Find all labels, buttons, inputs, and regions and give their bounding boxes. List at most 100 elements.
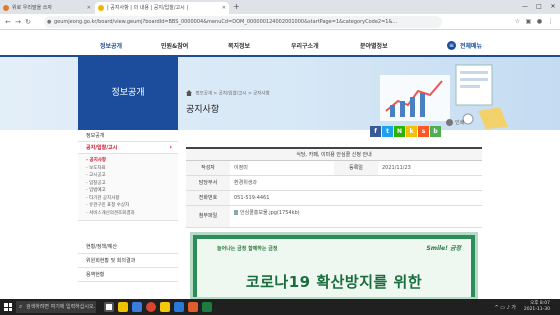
page-title: 공지사항 bbox=[186, 105, 220, 115]
browser-tab-active[interactable]: | 공지사항 | 의 내용 | 공지/입찰/고시 | ✕ bbox=[95, 2, 229, 14]
task-view-icon[interactable] bbox=[104, 302, 114, 312]
clock[interactable]: 오후 8:07 2021-11-30 bbox=[524, 301, 550, 313]
print-label: 인쇄 bbox=[455, 120, 465, 126]
share-buttons: ftNksb bbox=[370, 118, 442, 137]
minimize-button[interactable]: — bbox=[518, 0, 532, 14]
menu-icon[interactable]: ⋮ bbox=[545, 17, 556, 27]
author-value: 이정미 bbox=[234, 165, 248, 171]
sidebar-submenu: - 공지사항 - 보도자료 - 고시공고 - 입찰공고 - 입법예고 - 타기관… bbox=[78, 154, 178, 221]
naver-icon[interactable]: N bbox=[394, 126, 405, 137]
file-link[interactable]: 안심콜홍보물.jpg(1754kb) bbox=[234, 206, 300, 220]
dept-label: 담당부서 bbox=[186, 176, 230, 190]
address-bar[interactable]: ● geumjeong.go.kr/board/view.geumj?board… bbox=[44, 16, 442, 28]
band-icon[interactable]: b bbox=[430, 126, 441, 137]
reload-icon[interactable]: ↻ bbox=[23, 17, 33, 27]
post-title: 식당, 카페, 이미용 안심콜 신청 안내 bbox=[186, 147, 482, 161]
sidebar-item-committee[interactable]: 위원회현황 및 회의결과 bbox=[78, 254, 178, 268]
sidebar-item-notice-group[interactable]: 공지/입찰/고시 › bbox=[78, 142, 178, 154]
kakaostory-icon[interactable]: s bbox=[418, 126, 429, 137]
submenu-item-survey[interactable]: - 서비스개선의견조회결과 bbox=[86, 210, 178, 218]
poster-logo-right: Smile! 금정 bbox=[426, 245, 461, 252]
print-icon bbox=[446, 119, 453, 126]
submenu-item-bid[interactable]: - 입찰공고 bbox=[86, 180, 178, 188]
breadcrumb-item[interactable]: 공지/입찰/고시 bbox=[219, 92, 247, 97]
nav-buttons: ← → ↻ bbox=[3, 17, 33, 27]
windows-taskbar: ⌕ 검색하려면 여기에 입력하십시오. ^ ▭ ♪ 가 오후 8:07 2021… bbox=[0, 299, 560, 315]
breadcrumb-item[interactable]: 공지사항 bbox=[253, 92, 270, 97]
date-label: 등록일 bbox=[334, 161, 378, 175]
maximize-button[interactable]: □ bbox=[532, 0, 546, 14]
browser-toolbar: ← → ↻ ● geumjeong.go.kr/board/view.geumj?b… bbox=[0, 14, 560, 30]
post-row-file: 첨부파일 안심콜홍보물.jpg(1754kb) bbox=[186, 206, 482, 228]
close-tab-icon[interactable]: ✕ bbox=[222, 2, 226, 14]
sidebar-item-label: 공지/입찰/고시 bbox=[86, 145, 118, 151]
breadcrumb: 정보공개 > 공지/입찰/고시 > 공지사항 bbox=[186, 90, 270, 97]
sidebar-item-status[interactable]: 현황/정책/예산 bbox=[78, 240, 178, 254]
clock-date: 2021-11-30 bbox=[523, 307, 550, 312]
system-tray-icons[interactable]: ^ ▭ ♪ 가 bbox=[495, 304, 516, 311]
section-title: 정보공개 bbox=[78, 57, 178, 130]
submenu-item-press[interactable]: - 보도자료 bbox=[86, 165, 178, 173]
gnb-item-welfare[interactable]: 복지정보 bbox=[228, 41, 250, 50]
search-placeholder: 검색하려면 여기에 입력하십시오. bbox=[26, 304, 96, 310]
submenu-item-announce[interactable]: - 고시공고 bbox=[86, 172, 178, 180]
post-view: 식당, 카페, 이미용 안심콜 신청 안내 작성자 이정미 등록일 2021/1… bbox=[186, 147, 482, 228]
home-icon[interactable] bbox=[186, 90, 192, 96]
window-controls: — □ ✕ bbox=[518, 0, 560, 14]
submenu-item-other-notice[interactable]: - 타기관 공지사항 bbox=[86, 195, 178, 203]
site-utility-bar bbox=[0, 30, 560, 37]
date-value: 2021/11/23 bbox=[382, 165, 411, 171]
tab-title: | 공지사항 | 의 내용 | 공지/입찰/고시 | bbox=[107, 5, 189, 11]
dept-value: 환경위생과 bbox=[234, 180, 258, 186]
file-label: 첨부파일 bbox=[186, 206, 230, 227]
close-tab-icon[interactable]: ✕ bbox=[87, 2, 91, 14]
windows-start-icon[interactable] bbox=[4, 303, 12, 311]
phone-value: 051-519-4461 bbox=[234, 195, 270, 201]
post-row-phone: 전화번호 051-519-4461 bbox=[186, 191, 482, 206]
all-menu-icon[interactable]: ≡ bbox=[447, 41, 456, 50]
sidebar-item-service[interactable]: 용역현황 bbox=[78, 268, 178, 282]
file-explorer-icon[interactable] bbox=[118, 302, 128, 312]
gnb-item-civil[interactable]: 민원&참여 bbox=[161, 41, 188, 50]
edge-icon[interactable] bbox=[132, 302, 142, 312]
gnb-item-info[interactable]: 정보공개 bbox=[100, 41, 122, 50]
hancom-icon[interactable] bbox=[174, 302, 184, 312]
chevron-right-icon: › bbox=[169, 144, 172, 151]
print-button[interactable]: 인쇄 bbox=[446, 119, 464, 126]
extensions-icon[interactable]: ▣ bbox=[523, 17, 534, 27]
tab-title: 위로 우리말을 쓰자 bbox=[12, 5, 52, 11]
kakao-icon[interactable]: k bbox=[406, 126, 417, 137]
toolbar-icons: ☆ ▣ ● ⋮ bbox=[512, 17, 556, 27]
favicon-icon bbox=[3, 5, 9, 11]
sidebar-item-info[interactable]: 정보공개 bbox=[78, 130, 178, 142]
star-icon[interactable]: ☆ bbox=[512, 17, 523, 27]
breadcrumb-item[interactable]: 정보공개 bbox=[195, 92, 212, 97]
profile-icon[interactable]: ● bbox=[534, 17, 545, 27]
taskbar-search[interactable]: ⌕ 검색하려면 여기에 입력하십시오. bbox=[16, 301, 96, 313]
excel-icon[interactable] bbox=[202, 302, 212, 312]
phone-label: 전화번호 bbox=[186, 191, 230, 205]
submenu-item-award[interactable]: - 유관구민 표창 수상자 bbox=[86, 202, 178, 210]
facebook-icon[interactable]: f bbox=[370, 126, 381, 137]
submenu-item-notice[interactable]: - 공지사항 bbox=[86, 157, 178, 165]
kakaotalk-icon[interactable] bbox=[160, 302, 170, 312]
poster-headline: 코로나19 확산방지를 위한 bbox=[245, 273, 423, 291]
browser-tab[interactable]: 위로 우리말을 쓰자 ✕ bbox=[0, 2, 94, 14]
gnb-item-about[interactable]: 우리구소개 bbox=[291, 41, 319, 50]
app-icon[interactable] bbox=[188, 302, 198, 312]
file-icon bbox=[234, 210, 238, 215]
sidebar: 정보공개 공지/입찰/고시 › - 공지사항 - 보도자료 - 고시공고 - 입… bbox=[78, 130, 178, 221]
all-menu-button[interactable]: 전체메뉴 bbox=[460, 41, 482, 50]
forward-icon[interactable]: → bbox=[13, 17, 23, 27]
new-tab-button[interactable]: + bbox=[233, 2, 240, 12]
poster-image: 늘어나는 금정 함께하는 금정 Smile! 금정 코로나19 확산방지를 위한 bbox=[190, 232, 478, 300]
back-icon[interactable]: ← bbox=[3, 17, 13, 27]
twitter-icon[interactable]: t bbox=[382, 126, 393, 137]
submenu-item-legislation[interactable]: - 입법예고 bbox=[86, 187, 178, 195]
url-text: geumjeong.go.kr/board/view.geumj?boardId… bbox=[54, 19, 398, 25]
chrome-icon[interactable] bbox=[146, 302, 156, 312]
close-window-button[interactable]: ✕ bbox=[546, 0, 560, 14]
gnb-item-field[interactable]: 분야별정보 bbox=[360, 41, 388, 50]
file-name: 안심콜홍보물.jpg(1754kb) bbox=[240, 210, 300, 216]
lock-icon[interactable]: ● bbox=[47, 16, 51, 28]
